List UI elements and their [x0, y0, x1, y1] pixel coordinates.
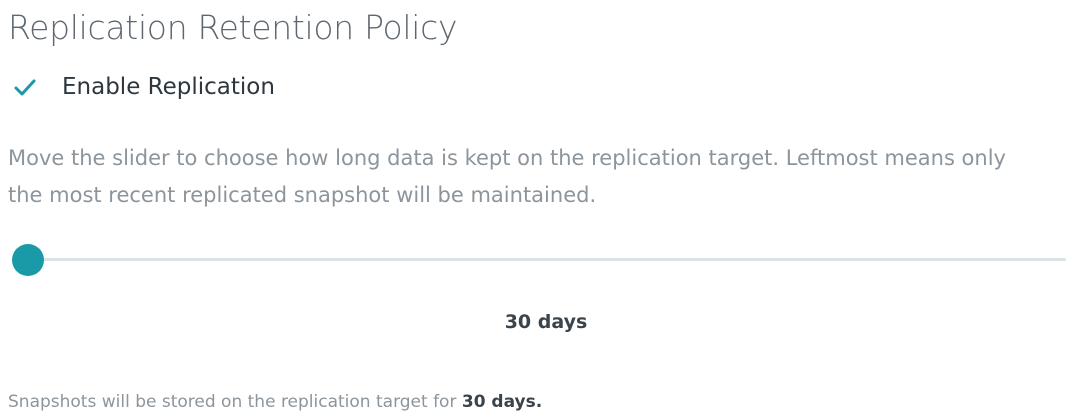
slider-track[interactable] [12, 258, 1066, 261]
enable-replication-checkbox[interactable]: Enable Replication [12, 70, 275, 104]
description-line-2: the most recent replicated snapshot will… [8, 183, 597, 207]
enable-replication-label: Enable Replication [62, 74, 275, 100]
retention-slider[interactable] [12, 244, 1066, 276]
page-title: Replication Retention Policy [8, 8, 458, 47]
retention-summary: Snapshots will be stored on the replicat… [8, 392, 542, 412]
summary-value: 30 days. [461, 392, 543, 412]
check-icon [14, 79, 36, 96]
slider-handle[interactable] [12, 244, 44, 276]
slider-description: Move the slider to choose how long data … [8, 140, 1066, 214]
description-line-1: Move the slider to choose how long data … [8, 146, 1006, 170]
slider-value-label: 30 days [504, 311, 588, 333]
summary-prefix: Snapshots will be stored on the replicat… [8, 392, 462, 412]
